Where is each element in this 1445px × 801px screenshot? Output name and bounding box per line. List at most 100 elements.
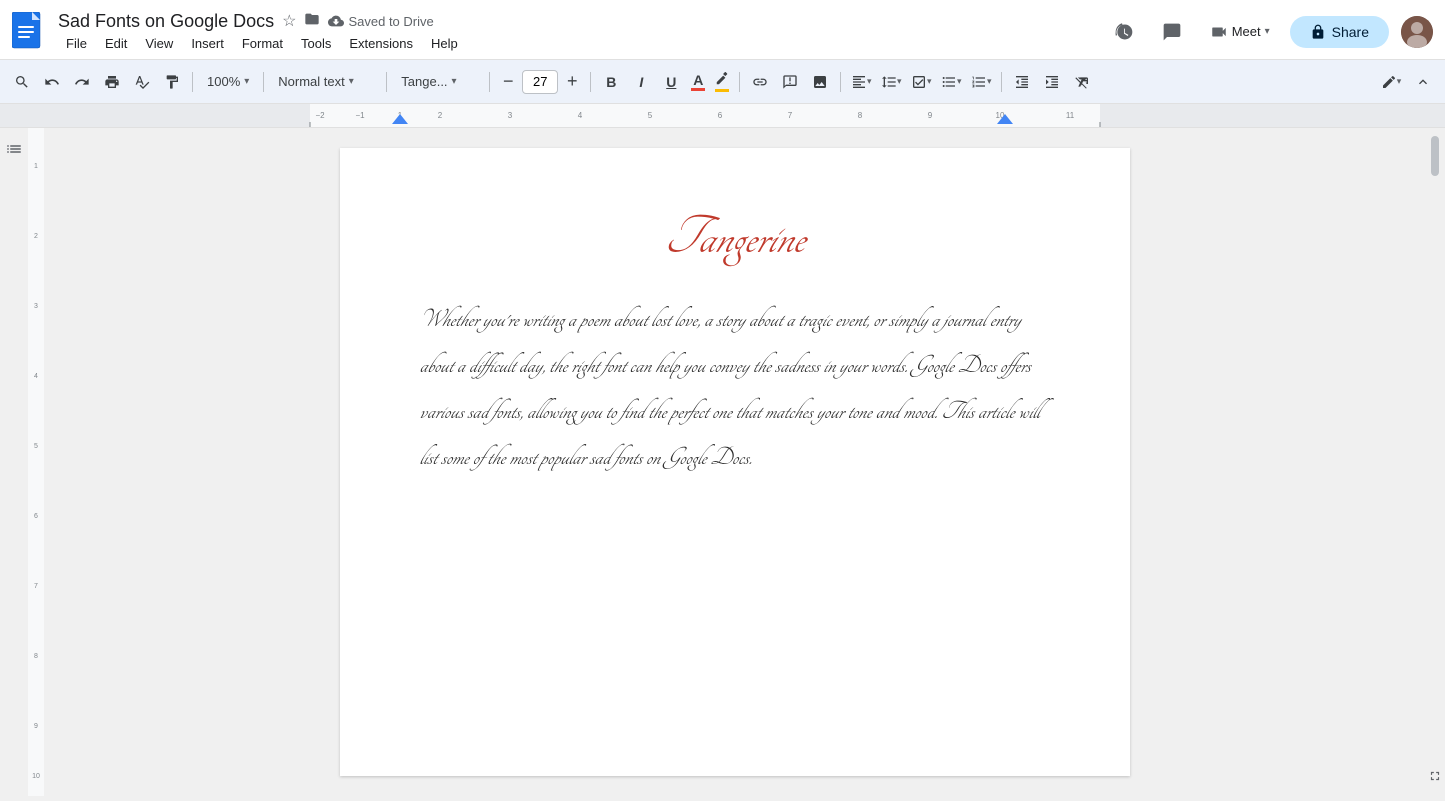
line-spacing-button[interactable]: ▾ — [877, 68, 905, 96]
font-dropdown[interactable]: Tange... ▾ — [393, 70, 483, 93]
font-size-input[interactable] — [522, 70, 558, 94]
toolbar: 100% ▾ Normal text ▾ Tange... ▾ − + B I … — [0, 60, 1445, 104]
underline-button[interactable]: U — [657, 68, 685, 96]
align-button[interactable]: ▾ — [847, 68, 875, 96]
indent-increase-button[interactable] — [1038, 68, 1066, 96]
svg-text:3: 3 — [34, 303, 38, 310]
svg-text:6: 6 — [718, 111, 723, 120]
checklist-button[interactable]: ▾ — [907, 68, 935, 96]
svg-text:2: 2 — [438, 111, 443, 120]
separator-5 — [590, 72, 591, 92]
text-color-bar — [691, 88, 705, 91]
history-button[interactable] — [1106, 14, 1142, 50]
paint-format-button[interactable] — [158, 68, 186, 96]
svg-text:9: 9 — [928, 111, 933, 120]
menu-file[interactable]: File — [58, 34, 95, 53]
font-size-decrease-button[interactable]: − — [496, 70, 520, 94]
svg-text:2: 2 — [34, 233, 38, 240]
separator-4 — [489, 72, 490, 92]
google-docs-icon[interactable] — [12, 12, 48, 52]
svg-text:9: 9 — [34, 723, 38, 730]
menu-tools[interactable]: Tools — [293, 34, 339, 53]
page: Tangerine Whether you're writing a poem … — [340, 148, 1130, 776]
separator-3 — [386, 72, 387, 92]
undo-button[interactable] — [38, 68, 66, 96]
svg-text:−2: −2 — [315, 111, 325, 120]
highlight-button[interactable] — [711, 70, 733, 94]
bold-button[interactable]: B — [597, 68, 625, 96]
svg-text:6: 6 — [34, 513, 38, 520]
meet-button[interactable]: Meet ▾ — [1202, 19, 1278, 45]
menu-help[interactable]: Help — [423, 34, 466, 53]
separator-8 — [1001, 72, 1002, 92]
redo-button[interactable] — [68, 68, 96, 96]
expand-button[interactable] — [1409, 68, 1437, 96]
title-row: Sad Fonts on Google Docs ☆ Saved to Driv… — [58, 11, 1106, 32]
document-title[interactable]: Sad Fonts on Google Docs — [58, 11, 274, 32]
bullet-list-button[interactable]: ▾ — [937, 68, 965, 96]
text-style-dropdown[interactable]: Normal text ▾ — [270, 70, 380, 93]
font-size-increase-button[interactable]: + — [560, 70, 584, 94]
folder-icon[interactable] — [304, 11, 320, 32]
document-area[interactable]: Tangerine Whether you're writing a poem … — [44, 128, 1425, 796]
highlight-bar — [715, 89, 729, 92]
outline-toggle-button[interactable] — [5, 140, 23, 163]
title-bar: Sad Fonts on Google Docs ☆ Saved to Driv… — [0, 0, 1445, 60]
edit-pencil-button[interactable]: ▾ — [1377, 68, 1405, 96]
menu-bar: File Edit View Insert Format Tools Exten… — [58, 34, 1106, 53]
menu-view[interactable]: View — [137, 34, 181, 53]
indent-decrease-button[interactable] — [1008, 68, 1036, 96]
link-button[interactable] — [746, 68, 774, 96]
separator-6 — [739, 72, 740, 92]
italic-button[interactable]: I — [627, 68, 655, 96]
right-sidebar — [1425, 128, 1445, 796]
svg-text:5: 5 — [648, 111, 653, 120]
text-color-a-label: A — [693, 73, 703, 87]
title-area: Sad Fonts on Google Docs ☆ Saved to Driv… — [58, 11, 1106, 53]
document-body[interactable]: Whether you're writing a poem about lost… — [420, 297, 1050, 481]
cloud-status: Saved to Drive — [328, 13, 433, 29]
ruler: −2 −1 1 2 3 4 5 6 7 8 9 10 11 — [0, 104, 1445, 128]
insert-image-button[interactable] — [806, 68, 834, 96]
font-size-area: − + — [496, 70, 584, 94]
numbered-list-button[interactable]: ▾ — [967, 68, 995, 96]
toolbar-right: ▾ — [1377, 68, 1437, 96]
svg-text:7: 7 — [788, 111, 793, 120]
spellcheck-button[interactable] — [128, 68, 156, 96]
left-ruler: 1 2 3 4 5 6 7 8 9 10 11 — [28, 128, 44, 796]
share-button[interactable]: Share — [1290, 16, 1389, 48]
svg-text:5: 5 — [34, 443, 38, 450]
menu-edit[interactable]: Edit — [97, 34, 135, 53]
star-icon[interactable]: ☆ — [282, 11, 296, 31]
menu-insert[interactable]: Insert — [183, 34, 232, 53]
clear-format-button[interactable] — [1068, 68, 1096, 96]
svg-text:8: 8 — [34, 653, 38, 660]
svg-text:10: 10 — [32, 773, 40, 780]
print-button[interactable] — [98, 68, 126, 96]
main-area: 1 2 3 4 5 6 7 8 9 10 11 Tangerine Whethe… — [0, 128, 1445, 796]
avatar[interactable] — [1401, 16, 1433, 48]
zoom-dropdown[interactable]: 100% ▾ — [199, 70, 257, 93]
svg-text:−1: −1 — [355, 111, 365, 120]
comment-button[interactable] — [1154, 14, 1190, 50]
separator-7 — [840, 72, 841, 92]
separator-2 — [263, 72, 264, 92]
ruler-svg: −2 −1 1 2 3 4 5 6 7 8 9 10 11 — [0, 104, 1445, 127]
menu-format[interactable]: Format — [234, 34, 291, 53]
expand-view-button[interactable] — [1428, 769, 1442, 796]
menu-extensions[interactable]: Extensions — [341, 34, 421, 53]
add-comment-button[interactable] — [776, 68, 804, 96]
search-button[interactable] — [8, 68, 36, 96]
svg-text:1: 1 — [34, 163, 38, 170]
svg-text:8: 8 — [858, 111, 863, 120]
svg-text:7: 7 — [34, 583, 38, 590]
highlight-pen-icon — [715, 72, 729, 88]
document-heading[interactable]: Tangerine — [420, 208, 1050, 267]
text-color-button[interactable]: A — [687, 71, 709, 93]
svg-text:3: 3 — [508, 111, 513, 120]
header-right: Meet ▾ Share — [1106, 14, 1433, 50]
left-sidebar — [0, 128, 28, 796]
svg-text:4: 4 — [34, 373, 38, 380]
svg-text:11: 11 — [1066, 111, 1075, 120]
scroll-handle[interactable] — [1431, 136, 1439, 176]
